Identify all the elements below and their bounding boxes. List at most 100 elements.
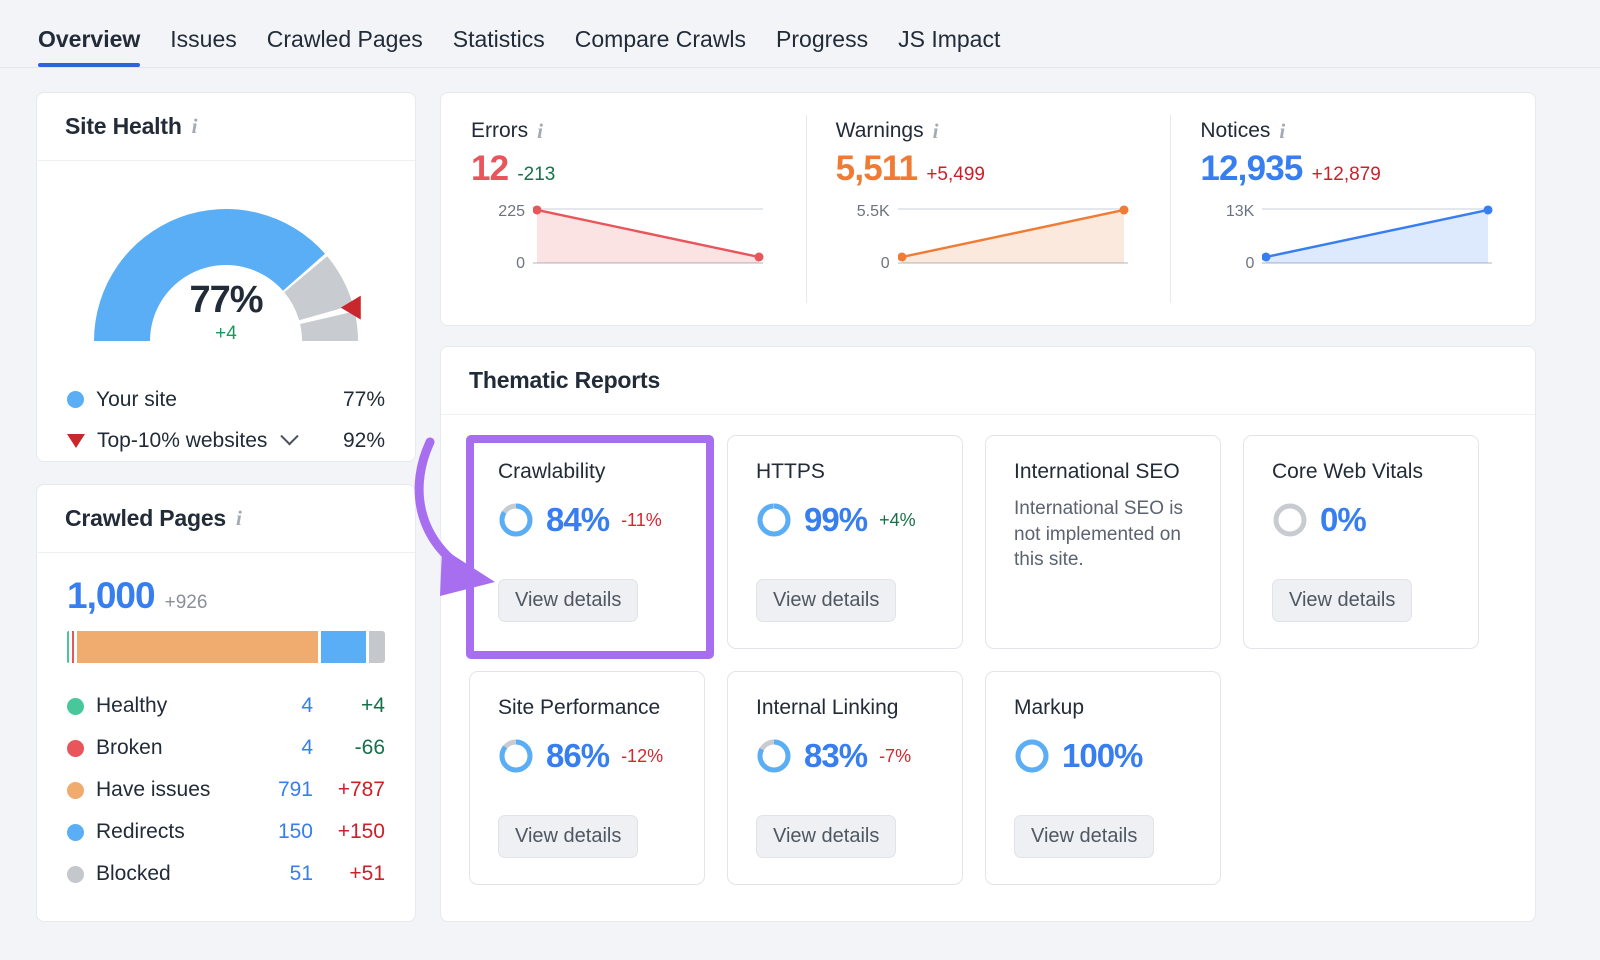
metric-label: Warnings bbox=[835, 119, 924, 142]
crawled-pages-legend-row: Redirects 150 +150 bbox=[67, 811, 385, 853]
progress-ring-icon bbox=[1273, 503, 1307, 537]
main-tab-bar: Overview Issues Crawled Pages Statistics Com… bbox=[0, 0, 1600, 68]
legend-label-wrap: Healthy bbox=[67, 694, 251, 718]
metric-warnings: Warnings i 5,511 +5,499 5.5K 0 bbox=[805, 93, 1171, 325]
legend-delta: +51 bbox=[349, 862, 385, 885]
info-icon[interactable]: i bbox=[192, 116, 198, 137]
thematic-card-score: 0% bbox=[1272, 501, 1450, 539]
view-details-button-https[interactable]: View details bbox=[756, 579, 897, 622]
metric-sparkline: 225 0 bbox=[471, 203, 776, 273]
legend-dot-icon bbox=[67, 865, 84, 883]
sparkline-axis-max: 225 bbox=[498, 203, 525, 220]
tab-overview[interactable]: Overview bbox=[38, 28, 141, 67]
view-details-button-core-web-vitals[interactable]: View details bbox=[1272, 579, 1413, 622]
legend-label: Your site bbox=[96, 387, 177, 411]
metric-value-row: 12 -213 bbox=[471, 149, 776, 189]
thematic-card-core-web-vitals[interactable]: Core Web Vitals 0% View details bbox=[1243, 435, 1479, 649]
thematic-card-crawlability[interactable]: Crawlability 84% -11% View details bbox=[469, 435, 705, 649]
info-icon[interactable]: i bbox=[933, 120, 939, 142]
info-icon[interactable]: i bbox=[537, 120, 543, 142]
legend-dot-icon bbox=[67, 697, 84, 715]
tab-progress[interactable]: Progress bbox=[776, 28, 868, 67]
thematic-card-internal-linking[interactable]: Internal Linking 83% -7% View details bbox=[727, 671, 963, 885]
crawled-pages-legend-row: Broken 4 -66 bbox=[67, 727, 385, 769]
metric-value-row: 5,511 +5,499 bbox=[836, 149, 1141, 189]
sparkline-axis-max: 5.5K bbox=[856, 203, 890, 220]
metric-label: Notices bbox=[1200, 119, 1271, 142]
metric-delta: +5,499 bbox=[926, 164, 985, 185]
crawled-pages-stacked-bar bbox=[67, 631, 385, 663]
stack-segment bbox=[67, 631, 69, 663]
tab-crawled-pages[interactable]: Crawled Pages bbox=[267, 28, 423, 67]
metric-delta: -213 bbox=[517, 164, 556, 185]
metric-value: 5,511 bbox=[835, 149, 918, 188]
thematic-card-percent: 0% bbox=[1320, 501, 1367, 538]
tab-compare-crawls[interactable]: Compare Crawls bbox=[575, 28, 746, 67]
legend-value[interactable]: 4 bbox=[251, 736, 313, 760]
view-details-button-crawlability[interactable]: View details bbox=[498, 579, 639, 622]
legend-label: Blocked bbox=[96, 862, 171, 885]
thematic-card-percent: 100% bbox=[1062, 737, 1143, 774]
thematic-card-site-performance[interactable]: Site Performance 86% -12% View details bbox=[469, 671, 705, 885]
stack-segment bbox=[71, 631, 74, 663]
thematic-card-title: International SEO bbox=[1014, 460, 1180, 483]
tab-statistics[interactable]: Statistics bbox=[453, 28, 545, 67]
thematic-reports-header: Thematic Reports bbox=[441, 347, 1535, 415]
legend-value[interactable]: 150 bbox=[251, 820, 313, 844]
stack-segment bbox=[369, 631, 385, 663]
legend-value[interactable]: 51 bbox=[251, 862, 313, 886]
metrics-strip: Errors i 12 -213 225 0 Warnings i 5,511 +5,499 5.… bbox=[440, 92, 1536, 326]
thematic-card-score: 83% -7% bbox=[756, 737, 934, 775]
legend-label-wrap: Blocked bbox=[67, 862, 251, 886]
view-details-button-site-performance[interactable]: View details bbox=[498, 815, 639, 858]
thematic-card-score: 100% bbox=[1014, 737, 1192, 775]
thematic-reports-grid: Crawlability 84% -11% View details HTTPS 99… bbox=[441, 415, 1535, 885]
legend-value: 77% bbox=[342, 387, 385, 411]
thematic-card-markup[interactable]: Markup 100% View details bbox=[985, 671, 1221, 885]
thematic-card-score: 99% +4% bbox=[756, 501, 934, 539]
thematic-card-score: 84% -11% bbox=[498, 501, 676, 539]
thematic-card-international-seo[interactable]: International SEO International SEO is no… bbox=[985, 435, 1221, 649]
crawled-pages-title: Crawled Pages bbox=[65, 505, 227, 531]
metric-errors: Errors i 12 -213 225 0 bbox=[441, 93, 806, 325]
thematic-card-https[interactable]: HTTPS 99% +4% View details bbox=[727, 435, 963, 649]
sparkline-axis-max: 13K bbox=[1225, 203, 1255, 220]
thematic-card-delta: -7% bbox=[879, 745, 912, 766]
crawled-pages-total-value: 1,000 bbox=[67, 575, 156, 616]
site-health-legend-row: Your site 77% bbox=[67, 379, 385, 420]
tab-js-impact[interactable]: JS Impact bbox=[898, 28, 1000, 67]
chevron-down-icon[interactable] bbox=[280, 427, 300, 446]
legend-value[interactable]: 4 bbox=[251, 694, 313, 718]
legend-dot-icon bbox=[67, 823, 84, 841]
legend-label-wrap: Redirects bbox=[67, 820, 251, 844]
legend-label: Broken bbox=[96, 736, 163, 759]
view-details-button-internal-linking[interactable]: View details bbox=[756, 815, 897, 858]
thematic-card-percent: 86% bbox=[546, 737, 610, 774]
info-icon[interactable]: i bbox=[236, 508, 242, 529]
legend-dot-icon bbox=[67, 739, 84, 757]
legend-label: Top-10% websites bbox=[97, 428, 268, 452]
sparkline-axis-min: 0 bbox=[516, 255, 525, 272]
legend-delta: -66 bbox=[354, 736, 385, 759]
crawled-pages-legend-row: Blocked 51 +51 bbox=[67, 853, 385, 895]
legend-dot-icon bbox=[67, 391, 84, 408]
crawled-pages-card: Crawled Pages i 1,000 +926 Healthy 4 +4 Bro… bbox=[36, 484, 416, 922]
thematic-card-title: Core Web Vitals bbox=[1272, 460, 1423, 483]
stack-segment bbox=[320, 631, 367, 663]
metric-sparkline: 13K 0 bbox=[1200, 203, 1505, 273]
site-health-card: Site Health i 77% +4 Your site 77% Top-10%… bbox=[36, 92, 416, 462]
tab-issues[interactable]: Issues bbox=[170, 28, 236, 67]
legend-value[interactable]: 791 bbox=[251, 778, 313, 802]
crawled-pages-total-delta: +926 bbox=[164, 592, 208, 613]
thematic-card-title: HTTPS bbox=[756, 460, 825, 483]
legend-value: 92% bbox=[342, 428, 385, 452]
metric-label: Errors bbox=[471, 119, 529, 142]
metric-sparkline: 5.5K 0 bbox=[836, 203, 1141, 273]
site-health-header: Site Health i bbox=[37, 93, 415, 161]
view-details-button-markup[interactable]: View details bbox=[1014, 815, 1155, 858]
site-health-delta: +4 bbox=[215, 323, 237, 344]
sparkline-axis-min: 0 bbox=[1245, 255, 1255, 272]
info-icon[interactable]: i bbox=[1279, 120, 1285, 142]
legend-label-wrap: Your site bbox=[67, 388, 343, 412]
site-health-legend-row: Top-10% websites 92% bbox=[67, 420, 385, 461]
